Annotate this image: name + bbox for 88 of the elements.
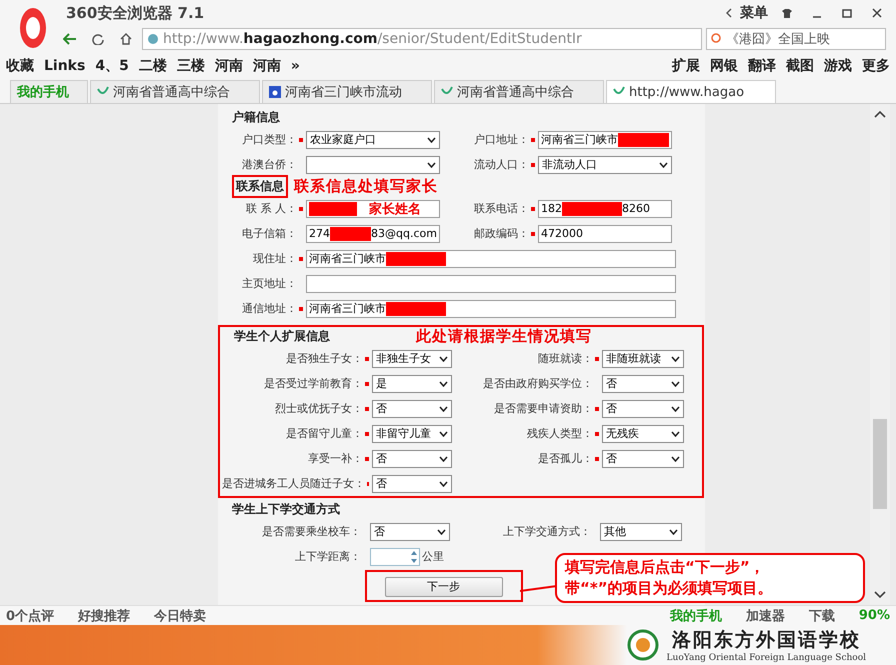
annotation-text: 联系信息处填写家长 bbox=[294, 177, 438, 196]
browser-tab[interactable]: http://www.hagao bbox=[606, 80, 776, 103]
field-label: 是否留守儿童： bbox=[286, 426, 363, 441]
callout-text: 填写完信息后点击“下一步”， bbox=[565, 557, 766, 578]
dropdown[interactable]: 否 bbox=[372, 450, 452, 468]
field-label: 享受一补： bbox=[308, 451, 363, 466]
bookmark-link[interactable]: Links bbox=[44, 58, 86, 74]
input-field[interactable]: 472000 bbox=[538, 224, 672, 242]
toolbar-button[interactable]: 网银 bbox=[710, 56, 738, 74]
section-title: 学生上下学交通方式 bbox=[232, 501, 340, 518]
field-label: 联系电话： bbox=[474, 201, 529, 216]
field-label: 是否独生子女： bbox=[286, 351, 363, 366]
bookmark-link[interactable]: 收藏 bbox=[6, 56, 34, 74]
status-item[interactable]: 加速器 bbox=[746, 606, 785, 624]
section-title: 户籍信息 bbox=[232, 109, 280, 126]
field-label: 联 系 人： bbox=[246, 201, 297, 216]
dropdown[interactable]: 非独生子女 bbox=[372, 350, 452, 368]
bookmark-link[interactable]: 二楼 bbox=[138, 56, 167, 74]
next-button[interactable]: 下一步 bbox=[384, 576, 502, 596]
dropdown[interactable]: 否 bbox=[602, 374, 684, 392]
dropdown[interactable]: 否 bbox=[370, 522, 450, 540]
section-title: 学生个人扩展信息 bbox=[234, 328, 330, 345]
browser-tab[interactable]: 河南省普通高中综合 bbox=[434, 80, 604, 103]
toolbar-button[interactable]: 翻译 bbox=[748, 56, 776, 74]
dropdown[interactable]: 否 bbox=[602, 400, 684, 418]
status-item[interactable]: 0个点评 bbox=[6, 606, 54, 624]
field-label: 上下学交通方式： bbox=[503, 524, 591, 539]
field-label: 现住址： bbox=[253, 251, 297, 266]
dropdown[interactable]: 否 bbox=[372, 474, 452, 492]
field-label: 是否需要申请资助： bbox=[494, 401, 593, 416]
dropdown[interactable]: 是 bbox=[372, 374, 452, 392]
unit-label: 公里 bbox=[422, 549, 444, 564]
status-item[interactable]: 好搜推荐 bbox=[78, 606, 130, 624]
input-field[interactable]: 182 8260 bbox=[538, 200, 672, 218]
browser-tab[interactable]: 河南省普通高中综合 bbox=[90, 80, 260, 103]
field-label: 户口类型： bbox=[242, 132, 297, 147]
dropdown[interactable]: 非留守儿童 bbox=[372, 424, 452, 442]
dropdown[interactable]: 其他 bbox=[600, 522, 682, 540]
dropdown[interactable]: 非随班就读 bbox=[602, 350, 684, 368]
toolbar-button[interactable]: 游戏 bbox=[824, 56, 852, 74]
callout-text: 带“*”的项目为必须填写项目。 bbox=[565, 578, 774, 599]
annotation-text: 家长姓名 bbox=[369, 200, 421, 218]
field-label: 是否需要乘坐校车： bbox=[262, 524, 361, 539]
browser-tab[interactable]: 河南省三门峡市流动 bbox=[262, 80, 432, 103]
field-label: 是否由政府购买学位： bbox=[483, 376, 593, 391]
bookmark-link[interactable]: 河南 bbox=[214, 56, 243, 74]
bookmark-link[interactable]: 三楼 bbox=[176, 56, 205, 74]
section-title: 联系信息 bbox=[232, 175, 288, 198]
input-field[interactable]: 河南省三门峡市 bbox=[306, 300, 676, 318]
field-label: 是否孤儿： bbox=[538, 451, 593, 466]
field-label: 通信地址： bbox=[242, 301, 297, 316]
toolbar-button[interactable]: 更多 bbox=[862, 56, 890, 74]
bookmark-link[interactable]: 4、5 bbox=[95, 56, 129, 74]
search-field[interactable]: 《港囧》全国上映 bbox=[706, 28, 886, 50]
field-label: 是否受过学前教育： bbox=[264, 376, 363, 391]
annotation-text: 此处请根据学生情况填写 bbox=[416, 327, 592, 346]
field-label: 港澳台侨： bbox=[242, 157, 297, 172]
bookmark-link[interactable]: 河南 bbox=[252, 56, 281, 74]
input-field[interactable]: 274 83@qq.com bbox=[306, 224, 440, 242]
field-label: 电子信箱： bbox=[242, 226, 297, 241]
url-text: http://www.hagaozhong.com/senior/Student/EditStudentIr bbox=[163, 31, 582, 47]
dropdown[interactable]: 否 bbox=[372, 400, 452, 418]
input-field[interactable]: 家长姓名 bbox=[306, 200, 440, 218]
menu-button[interactable]: 菜单 bbox=[740, 4, 768, 22]
field-label: 随班就读： bbox=[538, 351, 593, 366]
field-label: 流动人口： bbox=[474, 157, 529, 172]
field-label: 上下学距离： bbox=[295, 549, 361, 564]
school-name-english: LuoYang Oriental Foreign Language School bbox=[666, 653, 866, 663]
field-label: 邮政编码： bbox=[474, 226, 529, 241]
toolbar-button[interactable]: 截图 bbox=[786, 56, 814, 74]
dropdown[interactable]: 非流动人口 bbox=[538, 156, 672, 174]
field-label: 烈士或优抚子女： bbox=[275, 401, 363, 416]
dropdown[interactable]: 否 bbox=[602, 450, 684, 468]
address-field[interactable]: http://www.hagaozhong.com/senior/Student/EditStudentIr bbox=[142, 28, 702, 50]
field-label: 残疾人类型： bbox=[527, 426, 593, 441]
dropdown[interactable]: 农业家庭户口 bbox=[306, 130, 440, 148]
field-label: 户口地址： bbox=[474, 132, 529, 147]
school-name: 洛阳东方外国语学校 bbox=[672, 628, 861, 653]
status-item[interactable]: 下载 bbox=[808, 606, 835, 624]
input-field[interactable]: 河南省三门峡市 bbox=[538, 130, 672, 148]
input-field[interactable]: 河南省三门峡市 bbox=[306, 250, 676, 268]
more-bookmarks-button[interactable]: » bbox=[290, 58, 300, 74]
status-item[interactable]: 今日特卖 bbox=[154, 606, 206, 624]
window-title: 360安全浏览器 7.1 bbox=[66, 4, 206, 22]
dropdown[interactable]: 无残疾 bbox=[602, 424, 684, 442]
field-label: 主页地址： bbox=[242, 276, 297, 291]
field-label: 是否进城务工人员随迁子女： bbox=[222, 476, 365, 491]
toolbar-button[interactable]: 扩展 bbox=[672, 56, 700, 74]
